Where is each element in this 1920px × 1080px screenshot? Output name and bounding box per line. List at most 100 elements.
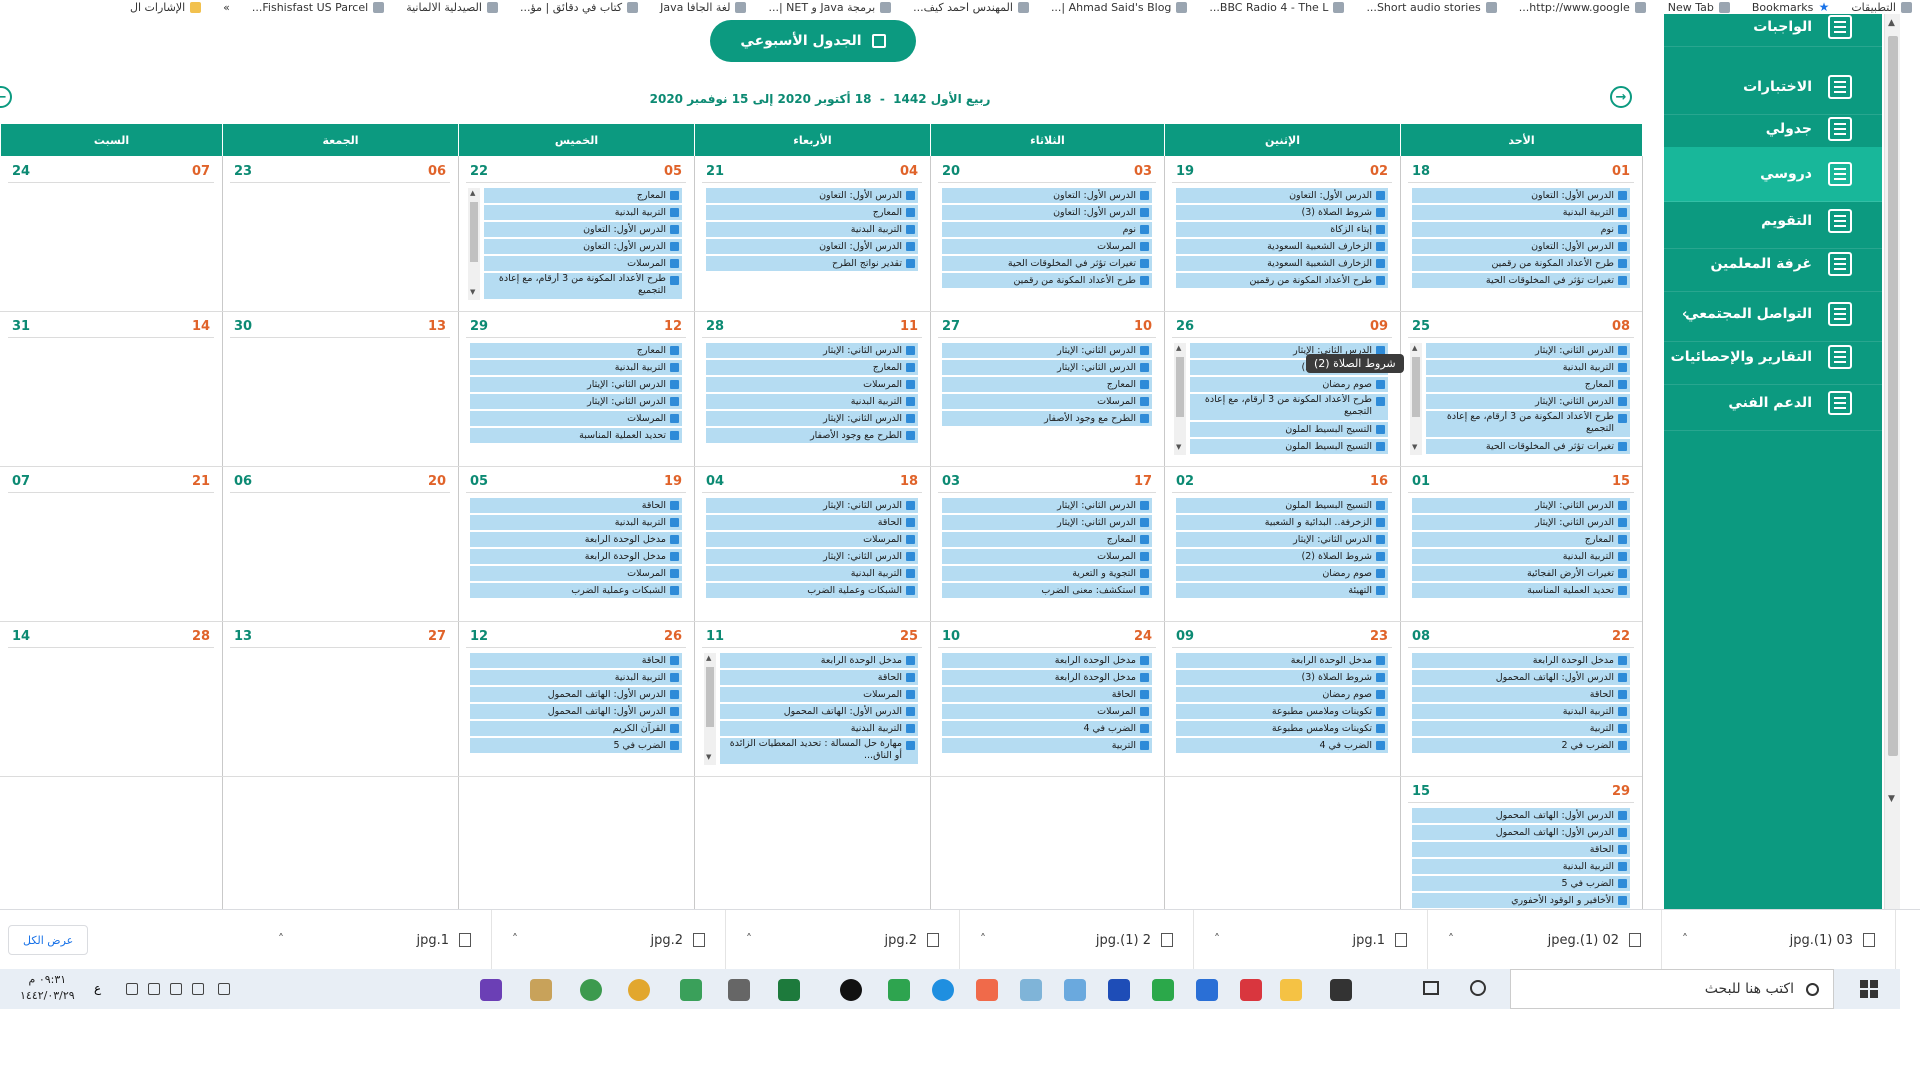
file-explorer-icon[interactable] xyxy=(1280,979,1302,1001)
bookmark-item[interactable]: لغة الجافا Java xyxy=(660,1,747,14)
bookmark-item[interactable]: برمجة Java و NET |... xyxy=(768,1,892,14)
app-icon[interactable] xyxy=(976,979,998,1001)
calendar-event[interactable]: الضرب في 4 xyxy=(1176,738,1388,753)
gift-icon[interactable] xyxy=(1240,979,1262,1001)
calendar-event[interactable]: مدخل الوحدة الرابعة xyxy=(1176,653,1388,668)
calendar-event[interactable]: التربية البدنية xyxy=(1412,859,1630,874)
calendar-event[interactable]: مدخل الوحدة الرابعة xyxy=(1412,653,1630,668)
upwork-icon[interactable] xyxy=(840,979,862,1001)
calendar-event[interactable]: طرح الأعداد المكونة من 3 أرقام، مع إعادة… xyxy=(1426,411,1630,437)
scroll-down-icon[interactable]: ▼ xyxy=(1176,443,1181,451)
previous-period-button[interactable]: ← xyxy=(0,86,12,108)
calendar-event[interactable]: مدخل الوحدة الرابعة xyxy=(470,549,682,564)
calendar-event[interactable]: المعارج xyxy=(706,360,918,375)
calendar-event[interactable]: الدرس الأول: التعاون xyxy=(1412,239,1630,254)
input-language[interactable]: ع xyxy=(94,981,101,995)
calendar-event[interactable]: الدرس الثاني: الإيثار xyxy=(1412,515,1630,530)
calendar-event[interactable]: طرح الأعداد المكونة من 3 أرقام، مع إعادة… xyxy=(484,273,682,299)
calendar-event[interactable]: المرسلات xyxy=(706,532,918,547)
globe-icon[interactable] xyxy=(580,979,602,1001)
calendar-event[interactable]: الدرس الثاني: الإيثار xyxy=(470,394,682,409)
download-item[interactable]: 1.jpg ˄ xyxy=(1194,910,1428,970)
calendar-event[interactable]: الدرس الأول: التعاون xyxy=(706,239,918,254)
calendar-event[interactable]: التجوية و التعرية xyxy=(942,566,1152,581)
download-item[interactable]: 02 (1).jpeg ˄ xyxy=(1428,910,1662,970)
scroll-up-icon[interactable]: ▲ xyxy=(1176,344,1181,352)
chevron-up-icon[interactable]: ˄ xyxy=(278,932,284,946)
calendar-event[interactable]: الدرس الثاني: الإيثار xyxy=(942,498,1152,513)
calendar-event[interactable]: الدرس الثاني: الإيثار xyxy=(706,549,918,564)
calendar-event[interactable]: نوم xyxy=(942,222,1152,237)
mail-icon[interactable] xyxy=(1196,979,1218,1001)
scroll-down-icon[interactable]: ▼ xyxy=(706,753,711,761)
calendar-event[interactable]: الزخارف الشعبية السعودية xyxy=(1176,239,1388,254)
calendar-event[interactable]: الحاقة xyxy=(942,687,1152,702)
calendar-event[interactable]: المعارج xyxy=(1426,377,1630,392)
calendar-event[interactable]: تقدير نواتج الطرح xyxy=(706,256,918,271)
show-all-downloads-button[interactable]: عرض الكل xyxy=(8,925,89,955)
bookmark-item[interactable]: المهندس احمد كيف... xyxy=(913,1,1029,14)
calendar-event[interactable]: الزخارف الشعبية السعودية xyxy=(1176,256,1388,271)
cube-icon[interactable] xyxy=(1108,979,1130,1001)
calendar-event[interactable]: التربية البدنية xyxy=(706,394,918,409)
calendar-event[interactable]: الحاقة xyxy=(706,515,918,530)
calendar-event[interactable]: الضرب في 4 xyxy=(942,721,1152,736)
cell-scrollbar[interactable]: ▲ ▼ xyxy=(1410,343,1422,455)
sidebar-item[interactable]: الدعم الفني xyxy=(1664,376,1882,431)
calendar-event[interactable]: التسيج البسيط الملون xyxy=(1190,439,1388,454)
calendar-event[interactable]: الدرس الثاني: الإيثار xyxy=(1412,498,1630,513)
calendar-event[interactable]: تغيرات الأرض الفجائية xyxy=(1412,566,1630,581)
chevron-up-icon[interactable]: ˄ xyxy=(512,932,518,946)
scrollbar-thumb[interactable] xyxy=(1176,357,1184,417)
scroll-up-icon[interactable]: ▲ xyxy=(1412,344,1417,352)
calendar-event[interactable]: صوم رمضان xyxy=(1176,566,1388,581)
calendar-event[interactable]: الحاقة xyxy=(720,670,918,685)
calendar-event[interactable]: الدرس الأول: الهاتف المحمول xyxy=(1412,808,1630,823)
calendar-event[interactable]: المرسلات xyxy=(706,377,918,392)
bookmark-item[interactable]: Fishisfast US Parcel... xyxy=(252,1,385,14)
windows-start-icon[interactable] xyxy=(1860,980,1878,998)
sidebar-item[interactable]: الواجبات xyxy=(1664,14,1882,47)
tools-icon[interactable] xyxy=(530,979,552,1001)
edge-icon[interactable] xyxy=(932,979,954,1001)
calendar-event[interactable]: الدرس الأول: التعاون xyxy=(942,205,1152,220)
calendar-event[interactable]: المرسلات xyxy=(470,411,682,426)
calendar-event[interactable]: الدرس الأول: الهاتف المحمول xyxy=(720,704,918,719)
calendar-event[interactable]: الشبكات وعملية الضرب xyxy=(706,583,918,598)
scroll-down-icon[interactable]: ▼ xyxy=(1888,794,1895,804)
calendar-event[interactable]: استكشف: معنى الضرب xyxy=(942,583,1152,598)
media-icon[interactable] xyxy=(1152,979,1174,1001)
calendar-event[interactable]: الدرس الثاني: الإيثار xyxy=(706,343,918,358)
photos-icon[interactable] xyxy=(1020,979,1042,1001)
calendar-event[interactable]: التربية البدنية xyxy=(1412,205,1630,220)
cell-scrollbar[interactable]: ▲ ▼ xyxy=(468,188,480,300)
next-period-button[interactable]: → xyxy=(1610,86,1632,108)
calendar-event[interactable]: الدرس الأول: التعاون xyxy=(1412,188,1630,203)
bookmark-item[interactable]: Short audio stories... xyxy=(1366,1,1497,14)
calendar-event[interactable]: شروط الصلاة (3) xyxy=(1176,670,1388,685)
download-item[interactable]: 1.jpg ˄ xyxy=(258,910,492,970)
download-item[interactable]: 2 (1).jpg ˄ xyxy=(960,910,1194,970)
calendar-event[interactable]: المرسلات xyxy=(942,239,1152,254)
cortana-icon[interactable] xyxy=(1470,980,1486,996)
scroll-up-icon[interactable]: ▲ xyxy=(470,189,475,197)
calendar-event[interactable]: الدرس الثاني: الإيثار xyxy=(470,377,682,392)
scrollbar-thumb[interactable] xyxy=(1412,357,1420,417)
calendar-event[interactable]: المرسلات xyxy=(942,549,1152,564)
calendar-event[interactable]: الدرس الثاني: الإيثار xyxy=(942,360,1152,375)
calendar-event[interactable]: تحديد العملية المناسبة xyxy=(470,428,682,443)
chevron-up-icon[interactable]: ˄ xyxy=(1214,932,1220,946)
task-view-icon[interactable] xyxy=(1423,981,1439,995)
download-item[interactable]: 03 (1).jpg ˄ xyxy=(1662,910,1896,970)
chrome-icon[interactable] xyxy=(628,979,650,1001)
download-item[interactable]: 2.jpg ˄ xyxy=(726,910,960,970)
calendar-event[interactable]: الدرس الثاني: الإيثار xyxy=(1426,394,1630,409)
calendar-event[interactable]: التربية البدنية xyxy=(484,205,682,220)
calendar-event[interactable]: الشبكات وعملية الضرب xyxy=(470,583,682,598)
calendar-event[interactable]: التربية البدنية xyxy=(470,515,682,530)
calendar-event[interactable]: طرح الأعداد المكونة من رقمين xyxy=(1176,273,1388,288)
calendar-event[interactable]: التسيج البسيط الملون xyxy=(1190,422,1388,437)
calendar-event[interactable]: التسيج البسيط الملون xyxy=(1176,498,1388,513)
calendar-event[interactable]: التربية xyxy=(942,738,1152,753)
taskbar-search-box[interactable]: اكتب هنا للبحث xyxy=(1510,969,1834,1009)
